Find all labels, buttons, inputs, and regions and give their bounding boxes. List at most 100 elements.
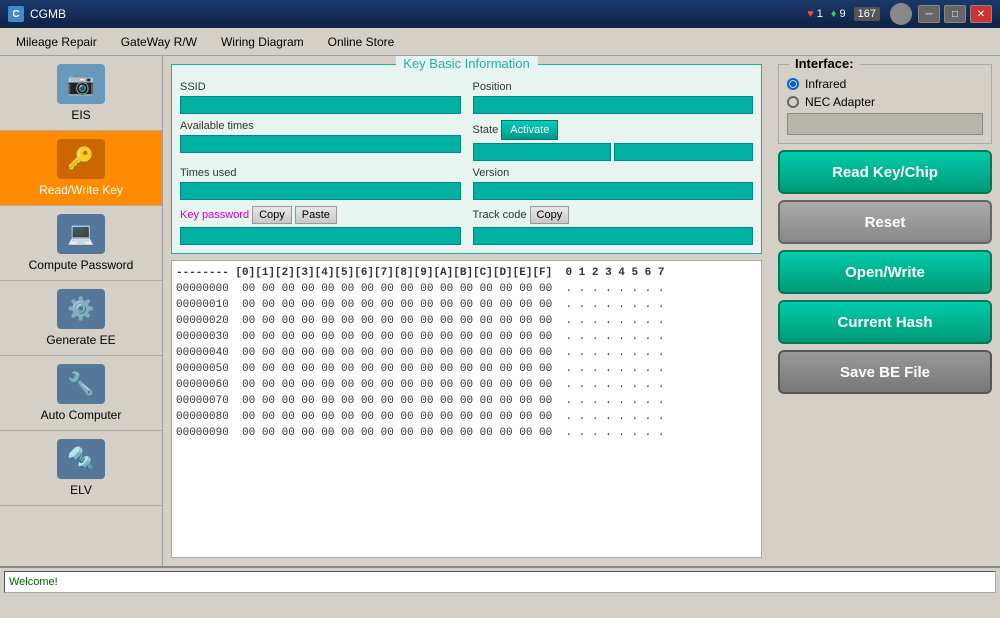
hearts-count: 1 (817, 8, 823, 20)
hex-row: 00000050 00 00 00 00 00 00 00 00 00 00 0… (176, 361, 757, 377)
radio-infrared[interactable]: Infrared (787, 77, 983, 91)
read-write-key-icon: 🔑 (57, 139, 105, 179)
hearts-badge: ♥ 1 (807, 8, 823, 20)
center-content: Key Basic Information SSID Position Avai… (163, 56, 770, 566)
key-password-label: Key password (180, 209, 249, 221)
nec-label: NEC Adapter (805, 95, 875, 109)
hex-row: 00000060 00 00 00 00 00 00 00 00 00 00 0… (176, 377, 757, 393)
state-label: State (473, 124, 499, 136)
read-key-chip-button[interactable]: Read Key/Chip (778, 150, 992, 194)
interface-box: Interface: Infrared NEC Adapter (778, 64, 992, 144)
auto-computer-icon: 🔧 (57, 364, 105, 404)
reset-button[interactable]: Reset (778, 200, 992, 244)
key-password-paste-button[interactable]: Paste (295, 206, 337, 224)
open-write-button[interactable]: Open/Write (778, 250, 992, 294)
sidebar-item-eis[interactable]: 📷 EIS (0, 56, 162, 131)
save-be-file-button[interactable]: Save BE File (778, 350, 992, 394)
app-title: CGMB (30, 7, 807, 21)
hex-row: 00000010 00 00 00 00 00 00 00 00 00 00 0… (176, 297, 757, 313)
sidebar-item-compute-password[interactable]: 💻 Compute Password (0, 206, 162, 281)
sidebar-item-generate-ee[interactable]: ⚙️ Generate EE (0, 281, 162, 356)
title-bar: C CGMB ♥ 1 ♦ 9 167 ─ □ ✕ (0, 0, 1000, 28)
menu-wiring[interactable]: Wiring Diagram (209, 31, 316, 53)
version-input[interactable] (473, 182, 754, 200)
close-button[interactable]: ✕ (970, 5, 992, 23)
diamond-icon: ♦ (831, 8, 837, 20)
heart-icon: ♥ (807, 8, 814, 20)
menu-store[interactable]: Online Store (316, 31, 407, 53)
radio-group: Infrared NEC Adapter (787, 77, 983, 109)
hex-dump: -------- [0][1][2][3][4][5][6][7][8][9][… (171, 260, 762, 558)
version-label: Version (473, 167, 754, 179)
hex-row: 00000020 00 00 00 00 00 00 00 00 00 00 0… (176, 313, 757, 329)
status-bar: Welcome! (0, 566, 1000, 596)
sidebar-item-auto-computer[interactable]: 🔧 Auto Computer (0, 356, 162, 431)
diamonds-count: 9 (840, 8, 846, 20)
main-container: 📷 EIS 🔑 Read/Write Key 💻 Compute Passwor… (0, 56, 1000, 566)
eis-label: EIS (71, 108, 90, 122)
state-group: State Activate (473, 120, 754, 161)
times-used-group: Times used (180, 167, 461, 200)
activate-button[interactable]: Activate (501, 120, 558, 140)
interface-input[interactable] (787, 113, 983, 135)
radio-nec[interactable]: NEC Adapter (787, 95, 983, 109)
track-code-label: Track code (473, 209, 527, 221)
elv-label: ELV (70, 483, 92, 497)
hex-row: 00000000 00 00 00 00 00 00 00 00 00 00 0… (176, 281, 757, 297)
menu-mileage-repair[interactable]: Mileage Repair (4, 31, 109, 53)
hex-row: 00000090 00 00 00 00 00 00 00 00 00 00 0… (176, 425, 757, 441)
nec-radio-dot[interactable] (787, 96, 799, 108)
position-input[interactable] (473, 96, 754, 114)
elv-icon: 🔩 (57, 439, 105, 479)
ssid-group: SSID (180, 81, 461, 114)
key-info-grid: SSID Position Available times State (180, 81, 753, 245)
infrared-label: Infrared (805, 77, 846, 91)
hex-header: -------- [0][1][2][3][4][5][6][7][8][9][… (176, 265, 757, 281)
maximize-button[interactable]: □ (944, 5, 966, 23)
compute-password-icon: 💻 (57, 214, 105, 254)
status-inner: Welcome! (4, 571, 996, 593)
hex-row: 00000030 00 00 00 00 00 00 00 00 00 00 0… (176, 329, 757, 345)
minimize-button[interactable]: ─ (918, 5, 940, 23)
sidebar-item-read-write-key[interactable]: 🔑 Read/Write Key (0, 131, 162, 206)
key-password-copy-button[interactable]: Copy (252, 206, 292, 224)
position-label: Position (473, 81, 754, 93)
hex-row: 00000040 00 00 00 00 00 00 00 00 00 00 0… (176, 345, 757, 361)
state-input2[interactable] (614, 143, 753, 161)
state-label-row: State Activate (473, 120, 754, 140)
generate-ee-label: Generate EE (46, 333, 115, 347)
available-times-input[interactable] (180, 135, 461, 153)
key-info-box: Key Basic Information SSID Position Avai… (171, 64, 762, 254)
available-times-group: Available times (180, 120, 461, 161)
diamonds-badge: ♦ 9 (831, 8, 846, 20)
title-stats: ♥ 1 ♦ 9 167 (807, 7, 880, 21)
key-info-title: Key Basic Information (395, 56, 537, 71)
auto-computer-label: Auto Computer (41, 408, 122, 422)
ssid-label: SSID (180, 81, 461, 93)
counter-box: 167 (854, 7, 880, 21)
times-used-label: Times used (180, 167, 461, 179)
available-times-label: Available times (180, 120, 461, 132)
infrared-radio-dot[interactable] (787, 78, 799, 90)
interface-title: Interface: (789, 56, 860, 71)
read-write-key-label: Read/Write Key (39, 183, 123, 197)
track-code-copy-button[interactable]: Copy (530, 206, 570, 224)
track-code-input[interactable] (473, 227, 754, 245)
times-used-input[interactable] (180, 182, 461, 200)
position-group: Position (473, 81, 754, 114)
ssid-input[interactable] (180, 96, 461, 114)
track-code-group: Track code Copy (473, 206, 754, 245)
generate-ee-icon: ⚙️ (57, 289, 105, 329)
avatar (890, 3, 912, 25)
hex-row: 00000070 00 00 00 00 00 00 00 00 00 00 0… (176, 393, 757, 409)
key-password-label-row: Key password Copy Paste (180, 206, 461, 224)
right-panel: Interface: Infrared NEC Adapter Read Key… (770, 56, 1000, 566)
window-controls[interactable]: ─ □ ✕ (918, 5, 992, 23)
track-code-label-row: Track code Copy (473, 206, 754, 224)
current-hash-button[interactable]: Current Hash (778, 300, 992, 344)
sidebar-item-elv[interactable]: 🔩 ELV (0, 431, 162, 506)
key-password-input[interactable] (180, 227, 461, 245)
menu-gateway[interactable]: GateWay R/W (109, 31, 209, 53)
state-input1[interactable] (473, 143, 612, 161)
version-group: Version (473, 167, 754, 200)
